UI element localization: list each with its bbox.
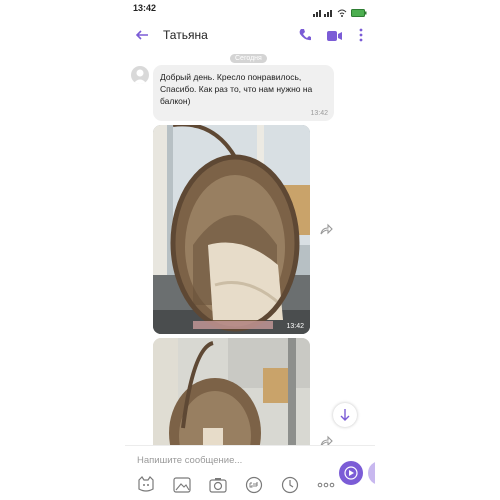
scroll-down-icon xyxy=(333,409,357,431)
composer-toolbar xyxy=(135,476,337,494)
clock-icon[interactable] xyxy=(279,476,301,494)
phone-icon[interactable] xyxy=(298,28,312,47)
scroll-down-button[interactable] xyxy=(333,403,357,427)
chat-area[interactable]: Сегодня Добрый день. Кресло понравилось,… xyxy=(125,52,375,445)
send-icon xyxy=(339,466,363,489)
send-button[interactable] xyxy=(339,461,363,485)
message-composer: Напишите сообщение... xyxy=(125,445,375,500)
message-bubble[interactable]: Добрый день. Кресло понравилось, Спасибо… xyxy=(153,65,334,121)
share-icon[interactable] xyxy=(318,222,334,238)
photo-hanging-chair-2[interactable] xyxy=(153,338,310,445)
message-time: 13:42 xyxy=(310,110,328,117)
message-text: Добрый день. Кресло понравилось, Спасибо… xyxy=(160,72,313,106)
status-time: 13:42 xyxy=(133,3,157,13)
secondary-action-button[interactable] xyxy=(368,461,375,485)
camera-icon[interactable] xyxy=(207,476,229,494)
phone-screen: 13:42 Татьяна Сегодня Добрый день. Кресл… xyxy=(125,0,375,500)
chat-header: Татьяна xyxy=(125,18,375,53)
sticker-icon[interactable] xyxy=(135,476,157,494)
message-input[interactable]: Напишите сообщение... xyxy=(137,455,242,466)
gif-icon[interactable] xyxy=(243,476,265,494)
share-icon[interactable] xyxy=(318,434,334,445)
date-separator: Сегодня xyxy=(230,54,267,63)
video-camera-icon[interactable] xyxy=(327,29,343,47)
gallery-icon[interactable] xyxy=(171,476,193,494)
back-arrow-icon[interactable] xyxy=(134,27,150,43)
status-bar: 13:42 xyxy=(125,0,375,18)
more-vertical-icon[interactable] xyxy=(358,28,364,47)
avatar[interactable] xyxy=(131,66,149,84)
more-horizontal-icon[interactable] xyxy=(315,476,337,494)
contact-name[interactable]: Татьяна xyxy=(163,28,208,42)
photo-hanging-chair-1[interactable]: 13:42 xyxy=(153,125,310,334)
photo-time: 13:42 xyxy=(286,323,304,330)
